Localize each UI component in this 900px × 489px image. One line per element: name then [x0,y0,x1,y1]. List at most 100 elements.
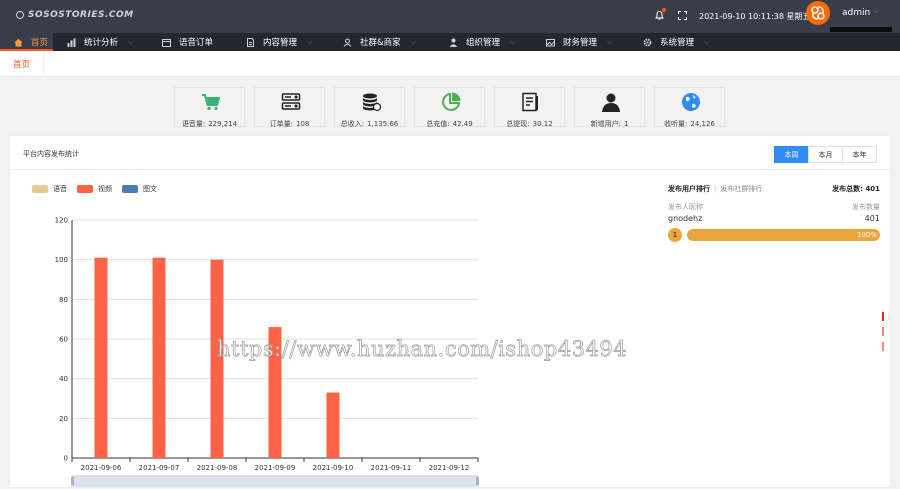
stat-value: 1 [623,120,629,128]
stat-label: 语音量: [181,120,206,128]
nav-item-label: 统计分析 [84,38,119,48]
x-tick-label: 2021-09-10 [313,464,354,472]
nav-item-2[interactable]: 语音订单 [148,33,232,51]
zoom-handle-left[interactable] [71,477,74,485]
coins-icon [361,92,382,112]
chevron-down-icon: ⌵ [307,37,313,46]
username[interactable]: admin [842,8,870,18]
zoom-handle-right[interactable] [476,477,479,485]
y-tick-label: 40 [59,375,68,383]
watermark: https://www.huzhan.com/ishop43494 [217,337,628,362]
stat-card[interactable]: 总充值: 42.49 [414,87,485,129]
stat-cards: 语音量: 229,214 订单量: 108 总收入: 1,135.66 总充值: 42.49 总… [174,87,734,129]
tab-user-ranking[interactable]: 发布用户排行 [668,184,710,194]
stat-value: 108 [295,120,310,128]
y-tick-label: 100 [55,256,68,264]
stat-card[interactable]: 总收入: 1,135.66 [334,87,405,129]
stat-card[interactable]: 语音量: 229,214 [174,87,245,129]
stat-text: 总提现: 30.12 [495,119,564,129]
main-nav: 首页 统计分析 ⌵ 语音订单 内容管理 ⌵ 社群&商家 ⌵ 组织管理 ⌵ 财务管理 ⌵ 系统管理 ⌵ [0,33,900,51]
tab-divider: | [714,185,717,193]
nav-item-label: 财务管理 [563,38,598,48]
nav-item-6[interactable]: 财务管理 ⌵ [532,33,629,51]
stat-label: 订单量: [269,120,293,128]
col-count: 发布数量 [852,203,880,211]
nav-item-5[interactable]: 组织管理 ⌵ [435,33,532,51]
stat-card[interactable]: 订单量: 108 [254,87,325,129]
nav-item-0[interactable]: 首页 [0,33,53,51]
stat-text: 新增用户: 1 [575,119,644,129]
progress-track: 100% [687,229,880,241]
calendar-icon [162,38,171,47]
stat-value: 1,135.66 [367,120,399,128]
nav-item-label: 系统管理 [660,38,695,48]
x-tick-label: 2021-09-11 [371,464,412,472]
publish-total: 发布总数: 401 [832,185,880,193]
y-tick-label: 120 [55,217,68,225]
users-icon [343,38,352,47]
chevron-down-icon: ⌵ [510,37,516,46]
side-indicator[interactable] [882,327,884,336]
stat-text: 语音量: 229,214 [175,119,244,129]
bar-视频-4 [326,392,340,458]
y-tick-label: 60 [59,336,68,344]
stat-label: 总收入: [340,120,365,128]
x-tick-label: 2021-09-12 [429,464,470,472]
document-icon [246,37,255,47]
x-tick-label: 2021-09-07 [139,464,180,472]
stat-value: 42.49 [452,120,473,128]
logo-text: SOSOSTORIES.COM [28,10,134,20]
stat-card[interactable]: 总提现: 30.12 [494,87,565,129]
stat-label: 总充值: [426,120,450,128]
nav-item-label: 首页 [31,38,49,48]
nav-item-4[interactable]: 社群&商家 ⌵ [329,33,435,51]
ranking-rows: gnodehz 401 1 100% [668,214,880,242]
bar-视频-0 [94,257,108,458]
stat-text: 总收入: 1,135.66 [335,119,404,129]
stat-text: 总充值: 42.49 [415,119,484,129]
fullscreen-button[interactable] [678,11,687,20]
user-menu-bar [830,27,892,32]
x-tick-label: 2021-09-08 [197,464,238,472]
gear-icon [643,38,652,47]
nav-item-7[interactable]: 系统管理 ⌵ [629,33,729,51]
server-icon [281,92,301,112]
rank-number: 1 [668,228,682,242]
ranking-row: gnodehz 401 [668,214,880,223]
pie-icon [441,92,461,112]
nav-item-1[interactable]: 统计分析 ⌵ [53,33,148,51]
logo[interactable]: SOSOSTORIES.COM [16,10,134,20]
nav-item-label: 内容管理 [263,38,298,48]
datetime-display: 2021-09-10 10:11:38 星期五 [699,12,811,21]
notification-button[interactable] [654,8,666,20]
fullscreen-icon [678,11,687,20]
x-tick-label: 2021-09-09 [255,464,296,472]
stat-card[interactable]: 收听量: 24,126 [654,87,725,129]
stat-label: 总提现: [506,120,530,128]
report-icon [521,92,541,112]
stat-label: 收听量: [664,120,688,128]
side-indicator[interactable] [882,342,884,351]
nav-item-label: 社群&商家 [360,38,401,48]
user-icon [449,38,458,47]
stat-value: 24,126 [690,120,715,128]
stat-text: 收听量: 24,126 [655,119,724,129]
tab-community-ranking[interactable]: 发布社群排行 [720,184,762,194]
person-icon [601,92,621,112]
stat-card[interactable]: 新增用户: 1 [574,87,645,129]
chevron-down-icon: ⌵ [128,37,134,46]
ranking-header: 发布人昵称 发布数量 [668,202,880,212]
side-indicator[interactable] [882,312,884,321]
home-icon [14,38,23,47]
chevron-down-icon: ⌵ [607,37,613,46]
avatar[interactable] [806,1,830,25]
y-tick-label: 80 [59,296,68,304]
bar-chart-icon [67,38,76,47]
publish-stats-panel: 平台内容发布统计 本周 本月 本年 语音 视频 图文 0 20 40 60 80 100 120 20… [9,135,891,488]
stat-text: 订单量: 108 [255,119,324,129]
chevron-down-icon[interactable]: ⌵ [873,7,878,16]
nav-item-3[interactable]: 内容管理 ⌵ [232,33,329,51]
zoom-slider[interactable] [71,475,479,487]
tab-home[interactable]: 首页 [0,51,44,77]
globe-icon [681,92,701,112]
